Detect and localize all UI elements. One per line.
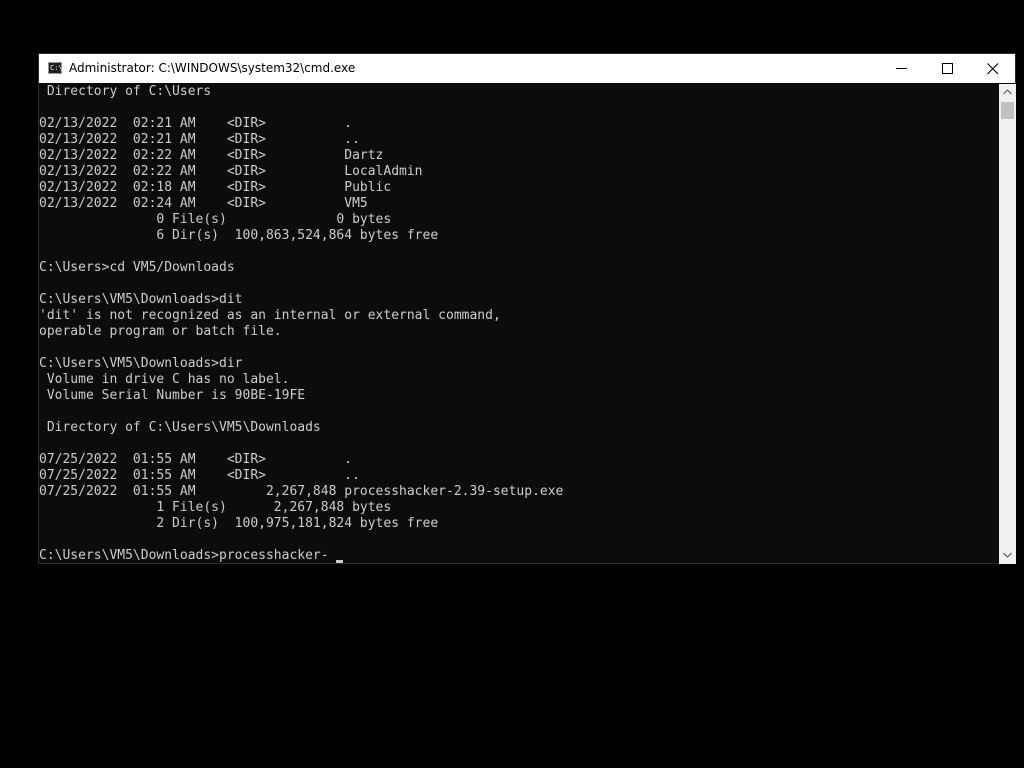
title-bar[interactable]: C:\ Administrator: C:\WINDOWS\system32\c… — [39, 54, 1015, 83]
window-title: Administrator: C:\WINDOWS\system32\cmd.e… — [69, 61, 356, 75]
console-line: Volume in drive C has no label. — [39, 372, 290, 387]
console-line: Directory of C:\Users — [39, 84, 212, 99]
cmd-app-icon[interactable]: C:\ — [48, 62, 63, 74]
vertical-scrollbar[interactable] — [999, 84, 1016, 564]
console-line: Directory of C:\Users\VM5\Downloads — [39, 420, 321, 435]
scroll-down-button[interactable] — [999, 547, 1016, 564]
console-line: 02/13/2022 02:21 AM <DIR> .. — [39, 132, 360, 147]
console-line: C:\Users\VM5\Downloads>dit — [39, 292, 243, 307]
console-output[interactable]: Directory of C:\Users 02/13/2022 02:21 A… — [39, 84, 999, 564]
console-line: 'dit' is not recognized as an internal o… — [39, 308, 501, 323]
console-line: 02/13/2022 02:22 AM <DIR> LocalAdmin — [39, 164, 423, 179]
chevron-down-icon — [1003, 552, 1012, 558]
console-line: 07/25/2022 01:55 AM 2,267,848 processhac… — [39, 484, 564, 499]
console-line: 07/25/2022 01:55 AM <DIR> . — [39, 452, 353, 467]
console-line: operable program or batch file. — [39, 324, 282, 339]
console-line: 02/13/2022 02:22 AM <DIR> Dartz — [39, 148, 384, 163]
console-line: 02/13/2022 02:18 AM <DIR> Public — [39, 180, 392, 195]
console-line: 6 Dir(s) 100,863,524,864 bytes free — [39, 228, 439, 243]
console-line: 07/25/2022 01:55 AM <DIR> .. — [39, 468, 360, 483]
console-line: 1 File(s) 2,267,848 bytes — [39, 500, 392, 515]
maximize-button[interactable] — [925, 54, 971, 83]
command-prompt-line[interactable]: C:\Users\VM5\Downloads>processhacker- — [39, 548, 329, 564]
chevron-up-icon — [1003, 89, 1012, 95]
console-line: 2 Dir(s) 100,975,181,824 bytes free — [39, 516, 439, 531]
minimize-button[interactable] — [879, 54, 925, 83]
minimize-icon — [896, 68, 907, 69]
scroll-up-button[interactable] — [999, 84, 1016, 101]
text-cursor — [336, 560, 343, 563]
close-icon — [987, 63, 999, 75]
console-line: C:\Users\VM5\Downloads>dir — [39, 356, 243, 371]
console-line: Volume Serial Number is 90BE-19FE — [39, 388, 306, 403]
console-line: 0 File(s) 0 bytes — [39, 212, 392, 227]
app-icon-label: C:\ — [50, 64, 63, 72]
console-line: C:\Users>cd VM5/Downloads — [39, 260, 235, 275]
cmd-window[interactable]: C:\ Administrator: C:\WINDOWS\system32\c… — [38, 53, 1016, 564]
maximize-icon — [942, 63, 953, 74]
console-line: 02/13/2022 02:24 AM <DIR> VM5 — [39, 196, 368, 211]
close-button[interactable] — [970, 54, 1016, 83]
scrollbar-thumb[interactable] — [1001, 102, 1014, 119]
console-line: 02/13/2022 02:21 AM <DIR> . — [39, 116, 353, 131]
